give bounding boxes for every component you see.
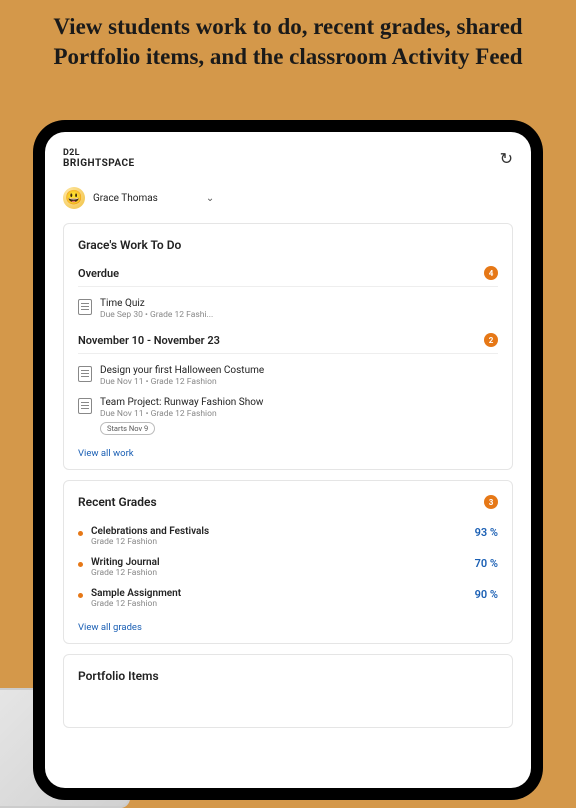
portfolio-title: Portfolio Items bbox=[78, 669, 498, 683]
refresh-icon[interactable]: ↻ bbox=[500, 149, 513, 168]
grade-sub: Grade 12 Fashion bbox=[91, 599, 181, 609]
assignment-title: Design your first Halloween Costume bbox=[100, 365, 264, 376]
grades-badge: 3 bbox=[484, 495, 498, 509]
tablet-frame: D2L BRIGHTSPACE ↻ 😃 Grace Thomas ⌄ Grace… bbox=[33, 120, 543, 800]
upcoming-section[interactable]: November 10 - November 23 2 bbox=[78, 333, 498, 354]
overdue-badge: 4 bbox=[484, 266, 498, 280]
brand-logo: D2L BRIGHTSPACE bbox=[63, 148, 135, 169]
grade-row[interactable]: Celebrations and Festivals Grade 12 Fash… bbox=[78, 521, 498, 552]
brand-top: D2L bbox=[63, 148, 135, 158]
grade-sub: Grade 12 Fashion bbox=[91, 537, 209, 547]
overdue-label: Overdue bbox=[78, 267, 119, 280]
assignment-meta: Due Nov 11 • Grade 12 Fashion bbox=[100, 409, 263, 419]
assignment-item[interactable]: Team Project: Runway Fashion Show Due No… bbox=[78, 392, 498, 440]
grades-title: Recent Grades bbox=[78, 495, 157, 509]
grade-percent: 70 % bbox=[475, 557, 498, 570]
avatar: 😃 bbox=[63, 187, 85, 209]
chevron-down-icon: ⌄ bbox=[206, 193, 214, 204]
upcoming-label: November 10 - November 23 bbox=[78, 334, 220, 347]
brand-name: BRIGHTSPACE bbox=[63, 158, 135, 169]
document-icon bbox=[78, 366, 92, 382]
topbar: D2L BRIGHTSPACE ↻ bbox=[63, 148, 513, 169]
screen: D2L BRIGHTSPACE ↻ 😃 Grace Thomas ⌄ Grace… bbox=[45, 132, 531, 788]
grades-header: Recent Grades 3 bbox=[78, 495, 498, 509]
work-card: Grace's Work To Do Overdue 4 Time Quiz D… bbox=[63, 223, 513, 470]
assignment-title: Time Quiz bbox=[100, 298, 213, 309]
assignment-item[interactable]: Design your first Halloween Costume Due … bbox=[78, 360, 498, 392]
grade-title: Writing Journal bbox=[91, 557, 160, 568]
portfolio-card: Portfolio Items bbox=[63, 654, 513, 728]
grade-row[interactable]: Writing Journal Grade 12 Fashion 70 % bbox=[78, 552, 498, 583]
bullet-icon bbox=[78, 593, 83, 598]
grade-title: Sample Assignment bbox=[91, 588, 181, 599]
grade-percent: 93 % bbox=[475, 526, 498, 539]
grade-sub: Grade 12 Fashion bbox=[91, 568, 160, 578]
overdue-section[interactable]: Overdue 4 bbox=[78, 266, 498, 287]
grades-card: Recent Grades 3 Celebrations and Festiva… bbox=[63, 480, 513, 644]
document-icon bbox=[78, 299, 92, 315]
assignment-meta: Due Sep 30 • Grade 12 Fashi... bbox=[100, 310, 213, 320]
grade-row[interactable]: Sample Assignment Grade 12 Fashion 90 % bbox=[78, 583, 498, 614]
start-chip: Starts Nov 9 bbox=[100, 422, 155, 435]
grade-percent: 90 % bbox=[475, 588, 498, 601]
assignment-item[interactable]: Time Quiz Due Sep 30 • Grade 12 Fashi... bbox=[78, 293, 498, 325]
bullet-icon bbox=[78, 562, 83, 567]
view-all-grades-link[interactable]: View all grades bbox=[78, 622, 498, 633]
bullet-icon bbox=[78, 531, 83, 536]
view-all-work-link[interactable]: View all work bbox=[78, 448, 498, 459]
student-name: Grace Thomas bbox=[93, 193, 158, 204]
grade-title: Celebrations and Festivals bbox=[91, 526, 209, 537]
document-icon bbox=[78, 398, 92, 414]
upcoming-badge: 2 bbox=[484, 333, 498, 347]
assignment-meta: Due Nov 11 • Grade 12 Fashion bbox=[100, 377, 264, 387]
promo-title: View students work to do, recent grades,… bbox=[0, 0, 576, 80]
work-title: Grace's Work To Do bbox=[78, 238, 498, 252]
assignment-title: Team Project: Runway Fashion Show bbox=[100, 397, 263, 408]
student-selector[interactable]: 😃 Grace Thomas ⌄ bbox=[63, 179, 513, 223]
